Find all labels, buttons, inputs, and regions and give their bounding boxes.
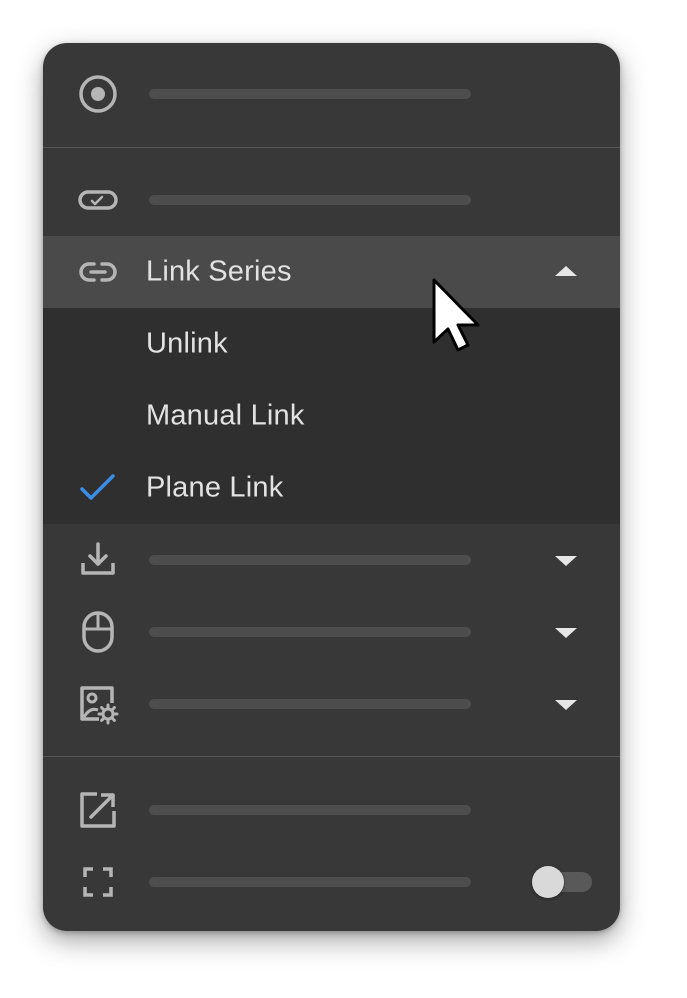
context-menu: Link Series Unlink Manual Link Plane Lin… <box>43 43 620 931</box>
menu-item-external-link[interactable] <box>43 774 620 846</box>
menu-item-fullscreen[interactable] <box>43 846 620 918</box>
menu-item-label-placeholder <box>149 627 471 637</box>
toggle-knob[interactable] <box>532 866 564 898</box>
menu-item-download[interactable] <box>43 524 620 596</box>
link-series-submenu: Unlink Manual Link Plane Link <box>43 308 620 524</box>
target-icon <box>77 73 119 115</box>
menu-item-label-placeholder <box>149 195 471 205</box>
submenu-item-label: Manual Link <box>146 399 305 432</box>
menu-item-mouse[interactable] <box>43 596 620 668</box>
menu-item-link-series[interactable]: Link Series <box>43 236 620 308</box>
link-series-label: Link Series <box>146 255 292 288</box>
menu-item-target[interactable] <box>43 58 620 130</box>
fullscreen-toggle[interactable] <box>532 866 592 898</box>
menu-item-label-placeholder <box>149 877 471 887</box>
chevron-down-icon[interactable] <box>555 700 577 710</box>
menu-item-label-placeholder <box>149 699 471 709</box>
submenu-item-unlink[interactable]: Unlink <box>43 308 620 380</box>
menu-item-ticket[interactable] <box>43 164 620 236</box>
chevron-down-icon[interactable] <box>555 628 577 638</box>
menu-item-label-placeholder <box>149 89 471 99</box>
image-settings-icon <box>77 683 119 725</box>
menu-item-label-placeholder <box>149 555 471 565</box>
divider <box>43 147 620 148</box>
divider <box>43 756 620 757</box>
external-link-icon <box>77 789 119 831</box>
submenu-item-label: Plane Link <box>146 471 284 504</box>
link-icon <box>77 251 119 293</box>
submenu-item-plane-link[interactable]: Plane Link <box>43 452 620 524</box>
submenu-item-manual-link[interactable]: Manual Link <box>43 380 620 452</box>
checkmark-icon <box>77 467 119 509</box>
download-icon <box>77 539 119 581</box>
ticket-icon <box>77 179 119 221</box>
submenu-item-label: Unlink <box>146 327 228 360</box>
menu-item-label-placeholder <box>149 805 471 815</box>
menu-item-image-settings[interactable] <box>43 668 620 740</box>
fullscreen-icon <box>77 861 119 903</box>
chevron-down-icon[interactable] <box>555 556 577 566</box>
chevron-up-icon[interactable] <box>555 266 577 276</box>
mouse-icon <box>77 611 119 653</box>
